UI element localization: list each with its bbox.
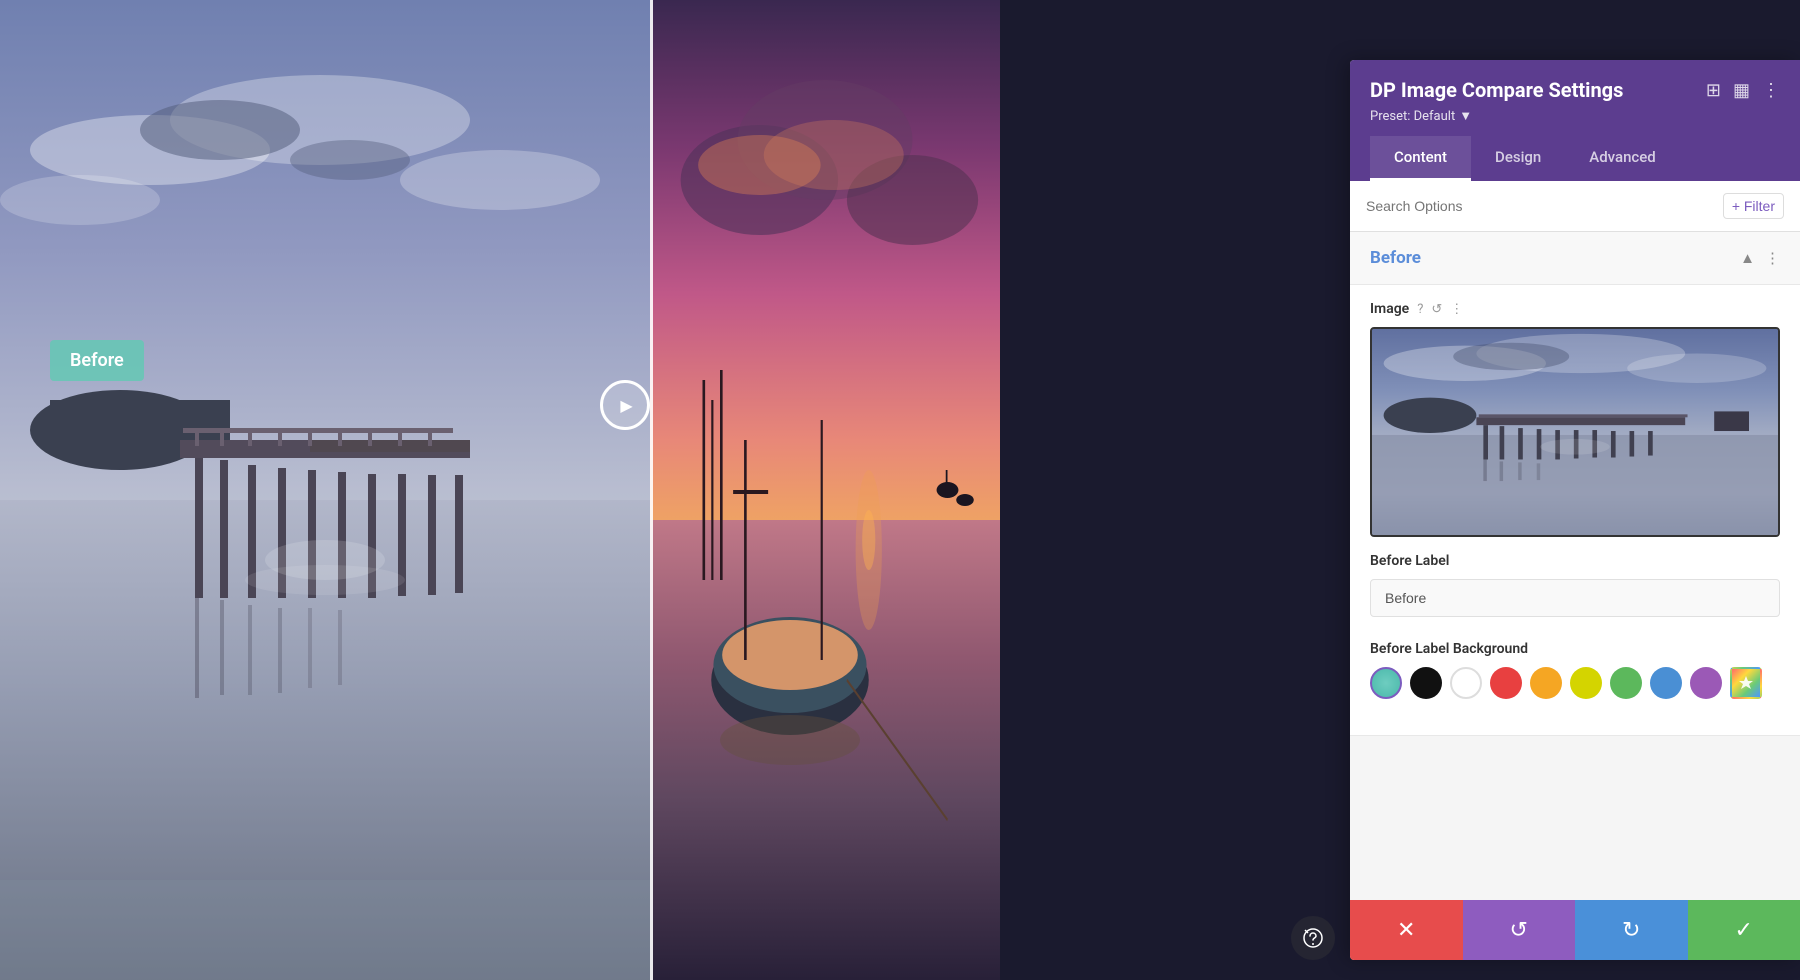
before-image: Before — [0, 0, 650, 980]
color-swatch-blue[interactable] — [1650, 667, 1682, 699]
preview-image-svg — [1372, 329, 1778, 535]
before-section-header: Before ▲ ⋮ — [1350, 232, 1800, 285]
collapse-icon[interactable]: ▲ — [1740, 249, 1755, 267]
before-label-input[interactable] — [1370, 579, 1780, 617]
search-input[interactable] — [1366, 198, 1715, 214]
panel-header-icons: ⊞ ▦ ⋮ — [1706, 80, 1780, 101]
before-section-body: Image ? ↺ ⋮ — [1350, 285, 1800, 735]
color-swatch-teal[interactable] — [1370, 667, 1402, 699]
after-image-svg — [650, 0, 1000, 980]
tab-advanced[interactable]: Advanced — [1565, 136, 1679, 181]
panel-title-row: DP Image Compare Settings ⊞ ▦ ⋮ — [1370, 78, 1780, 102]
image-reset-icon[interactable]: ↺ — [1431, 302, 1442, 317]
before-section-title: Before — [1370, 248, 1421, 268]
preset-label: Preset: Default — [1370, 109, 1455, 124]
divider-handle[interactable] — [600, 380, 650, 430]
undo-button[interactable]: ↺ — [1463, 900, 1576, 960]
color-swatches — [1370, 667, 1780, 699]
color-swatch-green[interactable] — [1610, 667, 1642, 699]
more-options-icon[interactable]: ⋮ — [1762, 80, 1780, 101]
image-preview[interactable] — [1370, 327, 1780, 537]
cancel-button[interactable]: ✕ — [1350, 900, 1463, 960]
crop-icon[interactable]: ⊞ — [1706, 80, 1721, 101]
search-bar: + Filter — [1350, 181, 1800, 232]
panel-header: DP Image Compare Settings ⊞ ▦ ⋮ Preset: … — [1350, 60, 1800, 181]
color-swatch-purple[interactable] — [1690, 667, 1722, 699]
action-bar: ✕ ↺ ↻ ✓ — [1350, 900, 1800, 960]
filter-button[interactable]: + Filter — [1723, 193, 1784, 219]
image-more-icon[interactable]: ⋮ — [1450, 302, 1463, 317]
color-swatch-white[interactable] — [1450, 667, 1482, 699]
preset-row: Preset: Default ▼ — [1370, 108, 1780, 124]
tabs-row: Content Design Advanced — [1370, 136, 1780, 181]
color-swatch-custom[interactable] — [1730, 667, 1762, 699]
image-help-icon[interactable]: ? — [1417, 302, 1423, 317]
grid-icon[interactable]: ▦ — [1733, 80, 1750, 101]
after-image — [650, 0, 1000, 980]
color-swatch-black[interactable] — [1410, 667, 1442, 699]
before-more-icon[interactable]: ⋮ — [1765, 249, 1780, 267]
settings-panel: DP Image Compare Settings ⊞ ▦ ⋮ Preset: … — [1350, 60, 1800, 960]
image-field-label-row: Image ? ↺ ⋮ — [1370, 301, 1780, 317]
image-compare-area: Before — [0, 0, 1000, 980]
panel-title: DP Image Compare Settings — [1370, 78, 1623, 102]
image-field-label: Image — [1370, 301, 1409, 317]
before-label-field-label: Before Label — [1370, 553, 1780, 569]
preset-dropdown-arrow[interactable]: ▼ — [1459, 108, 1472, 124]
floating-help-icon[interactable] — [1291, 916, 1335, 960]
before-section: Before ▲ ⋮ Image ? ↺ ⋮ — [1350, 232, 1800, 736]
redo-button[interactable]: ↻ — [1575, 900, 1688, 960]
color-swatch-red[interactable] — [1490, 667, 1522, 699]
color-swatch-yellow[interactable] — [1570, 667, 1602, 699]
before-label: Before — [50, 340, 144, 381]
color-swatch-orange[interactable] — [1530, 667, 1562, 699]
divider-line[interactable] — [650, 0, 653, 980]
panel-body: + Filter Before ▲ ⋮ Image ? ↺ ⋮ — [1350, 181, 1800, 900]
before-label-bg-label: Before Label Background — [1370, 641, 1780, 657]
before-pier-svg — [0, 0, 650, 980]
tab-design[interactable]: Design — [1471, 136, 1565, 181]
before-label-field: Before Label — [1370, 553, 1780, 621]
before-label-bg-field: Before Label Background — [1370, 641, 1780, 699]
save-button[interactable]: ✓ — [1688, 900, 1800, 960]
before-section-actions: ▲ ⋮ — [1740, 249, 1780, 267]
tab-content[interactable]: Content — [1370, 136, 1471, 181]
